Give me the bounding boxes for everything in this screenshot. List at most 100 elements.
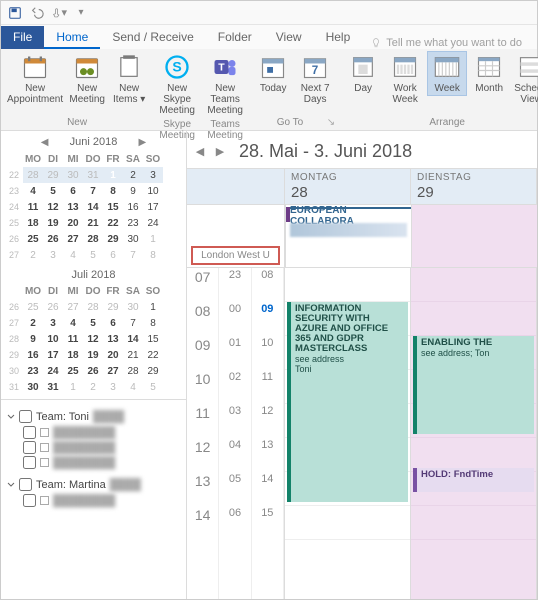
calendar-event[interactable]: HOLD: FndTime [413,468,534,492]
tab-help[interactable]: Help [314,26,363,49]
minical-day[interactable]: 7 [83,183,103,199]
allday-monday[interactable]: EUROPEAN COLLABORA [285,205,411,267]
minical-day[interactable]: 13 [63,199,83,215]
minical-day[interactable]: 28 [23,167,43,183]
day-column-tuesday[interactable]: ENABLING THEsee address; Ton HOLD: FndTim… [411,268,537,599]
minical-day[interactable]: 25 [23,299,43,315]
minical-day[interactable]: 6 [63,183,83,199]
prev-week-button[interactable]: ◀ [193,145,207,159]
minical-day[interactable]: 11 [63,331,83,347]
minical-day[interactable]: 21 [123,347,143,363]
minical-day[interactable]: 1 [143,299,163,315]
calendar-group[interactable]: Team: Martina ████ [5,470,182,493]
tab-home[interactable]: Home [44,26,100,49]
minical-day[interactable]: 5 [43,183,63,199]
minical-day[interactable]: 26 [83,363,103,379]
ribbon-skype-meeting[interactable]: SNew Skype Meeting [157,51,197,118]
ribbon-month[interactable]: Month [469,51,509,96]
minical-day[interactable]: 30 [123,299,143,315]
minical-day[interactable]: 7 [123,247,143,263]
tab-folder[interactable]: Folder [206,26,264,49]
minical-day[interactable]: 6 [103,247,123,263]
time-slot[interactable] [411,506,536,540]
time-slot[interactable] [411,438,536,472]
minical-day[interactable]: 15 [103,199,123,215]
ribbon-schedule[interactable]: Schedu View [511,51,538,107]
minical-day[interactable]: 28 [123,363,143,379]
calendar-checkbox[interactable] [23,494,36,507]
minical-day[interactable]: 3 [143,167,163,183]
minical-day[interactable]: 19 [83,347,103,363]
minical-day[interactable]: 1 [143,231,163,247]
calendar-group[interactable]: Team: Toni ████ [5,402,182,425]
ribbon-workweek[interactable]: Work Week [385,51,425,107]
minical-day[interactable]: 10 [143,183,163,199]
minical-day[interactable]: 28 [83,231,103,247]
calendar-item[interactable]: ████████ [5,440,182,455]
minical-day[interactable]: 23 [23,363,43,379]
minical-day[interactable]: 2 [23,315,43,331]
minical-day[interactable]: 27 [103,363,123,379]
minical-day[interactable]: 24 [43,363,63,379]
mini-calendar-july[interactable]: Juli 2018MODIMIDOFRSASO26252627282930127… [5,267,182,395]
minical-day[interactable]: 31 [43,379,63,395]
minical-day[interactable]: 20 [103,347,123,363]
allday-event-banner[interactable]: EUROPEAN COLLABORA [286,207,411,222]
minical-day[interactable]: 5 [143,379,163,395]
mini-calendar-june[interactable]: ◀Juni 2018▶MODIMIDOFRSASO222829303112323… [5,133,182,263]
ribbon-new-appointment[interactable]: New Appointment [5,51,65,107]
minical-day[interactable]: 9 [23,331,43,347]
calendar-checkbox[interactable] [23,456,36,469]
time-slot[interactable] [411,268,536,302]
tab-view[interactable]: View [264,26,314,49]
time-slot[interactable] [285,268,410,302]
allday-tuesday[interactable] [411,205,537,267]
minical-day[interactable]: 12 [43,199,63,215]
minical-day[interactable]: 26 [43,231,63,247]
minical-day[interactable]: 20 [63,215,83,231]
qat-save-icon[interactable] [7,5,23,21]
minical-day[interactable]: 8 [143,315,163,331]
ribbon-week[interactable]: Week [427,51,467,96]
minical-day[interactable]: 17 [143,199,163,215]
minical-day[interactable]: 5 [83,247,103,263]
minical-prev[interactable]: ◀ [38,135,52,149]
minical-day[interactable]: 3 [103,379,123,395]
minical-day[interactable]: 31 [83,167,103,183]
minical-day[interactable]: 29 [43,167,63,183]
minical-day[interactable]: 2 [83,379,103,395]
minical-day[interactable]: 1 [103,167,123,183]
calendar-checkbox[interactable] [23,441,36,454]
calendar-checkbox[interactable] [23,426,36,439]
minical-day[interactable]: 30 [63,167,83,183]
minical-day[interactable]: 9 [123,183,143,199]
minical-day[interactable]: 16 [123,199,143,215]
minical-day[interactable]: 29 [103,231,123,247]
minical-day[interactable]: 14 [83,199,103,215]
minical-day[interactable]: 13 [103,331,123,347]
minical-day[interactable]: 25 [23,231,43,247]
minical-day[interactable]: 4 [23,183,43,199]
minical-day[interactable]: 16 [23,347,43,363]
day-column-monday[interactable]: INFORMATION SECURITY WITH AZURE AND OFFI… [285,268,411,599]
minical-day[interactable]: 29 [143,363,163,379]
qat-undo-icon[interactable] [29,5,45,21]
calendar-event[interactable]: ENABLING THEsee address; Ton [413,336,534,434]
ribbon-teams-meeting[interactable]: TNew Teams Meeting [205,51,245,118]
minical-day[interactable]: 30 [123,231,143,247]
minical-day[interactable]: 8 [103,183,123,199]
minical-day[interactable]: 15 [143,331,163,347]
minical-day[interactable]: 28 [83,299,103,315]
calendar-item[interactable]: ████████ [5,455,182,470]
calendar-group-checkbox[interactable] [19,478,32,491]
time-slot[interactable] [285,506,410,540]
minical-day[interactable]: 25 [63,363,83,379]
minical-day[interactable]: 1 [63,379,83,395]
minical-day[interactable]: 29 [103,299,123,315]
tab-send-receive[interactable]: Send / Receive [100,26,205,49]
minical-day[interactable]: 27 [63,299,83,315]
calendar-event[interactable]: INFORMATION SECURITY WITH AZURE AND OFFI… [287,302,408,502]
qat-customize-icon[interactable]: ▾ [73,5,89,21]
minical-day[interactable]: 18 [23,215,43,231]
minical-day[interactable]: 3 [43,247,63,263]
